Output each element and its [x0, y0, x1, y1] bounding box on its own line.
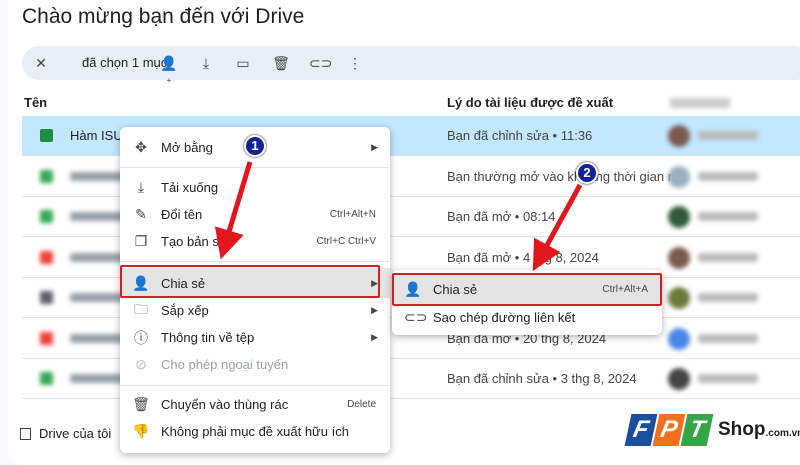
step-badge-2: 2	[576, 162, 598, 184]
step-badge-1: 1	[244, 135, 266, 157]
logo-domain: .com.vn	[765, 427, 800, 439]
annotation-arrows	[214, 161, 583, 272]
arrow-step-2	[532, 183, 583, 272]
logo-shop: Shop	[718, 419, 766, 440]
arrow-step-1	[214, 161, 253, 260]
logo-t: T	[680, 414, 714, 446]
fpt-shop-logo: F P T Shop .com.vn	[624, 414, 800, 446]
